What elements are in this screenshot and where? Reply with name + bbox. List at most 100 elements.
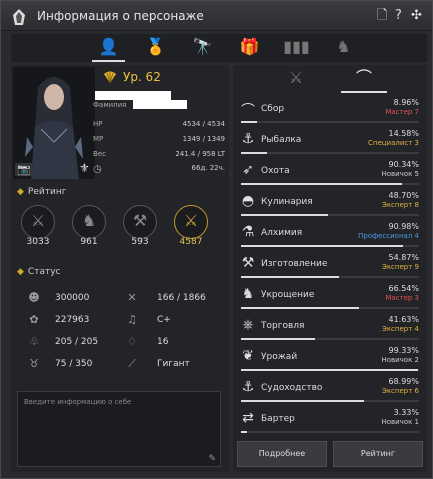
farming-icon: ❦ (242, 348, 254, 364)
life-skill-name: Торговля (261, 321, 305, 331)
life-skill-row[interactable]: ⇄ Бартер 3.33% Новичок 1 (237, 406, 423, 434)
game-logo-icon (13, 9, 25, 25)
hunting-icon: ➶ (242, 162, 254, 178)
horn-value: 75 / 350 (55, 359, 93, 369)
life-skill-row[interactable]: ⚓ Судоходство 68.99% Эксперт 6 (237, 375, 423, 403)
sickle-icon: ⌒ (355, 68, 372, 87)
life-skill-row[interactable]: ⌒ Сбор 8.96% Мастер 7 (237, 96, 423, 124)
life-skill-percent: 48.70% (388, 191, 419, 200)
ruler-icon: ⟋ (128, 357, 136, 370)
trading-icon: ⎈ (242, 317, 254, 333)
life-skill-fill (241, 431, 247, 433)
barter-icon: ⇄ (242, 410, 254, 426)
life-skill-row[interactable]: ♞ Укрощение 66.54% Мастер 3 (237, 282, 423, 310)
life-skill-percent: 54.87% (388, 253, 419, 262)
rating-training-badge[interactable]: ♞ (72, 205, 106, 239)
rating-title: Рейтинг (27, 187, 67, 197)
tab-mounts[interactable]: ♞ (321, 34, 366, 62)
horn-icon: ♉ (29, 357, 39, 370)
close-icon[interactable]: ✣ (411, 9, 422, 23)
tab-gifts[interactable]: 🎁 (227, 34, 272, 62)
contribution-icon: ✿ (29, 313, 39, 326)
life-skill-row[interactable]: ⎈ Торговля 41.63% Эксперт 4 (237, 313, 423, 341)
life-skill-row[interactable]: ❦ Урожай 99.33% Новичок 2 (237, 344, 423, 372)
help-icon[interactable]: ? (395, 9, 402, 23)
life-skill-bar (241, 276, 419, 278)
redacted-family (133, 100, 187, 109)
rating-total-badge[interactable]: ⚔ (174, 205, 208, 239)
rating-combat-badge[interactable]: ⚔ (21, 205, 55, 239)
ranking-button[interactable]: Рейтинг (333, 441, 423, 467)
main-tabs: 👤 🏅 🔭 🎁 ▮▮▮ ♞ (11, 34, 427, 62)
life-skill-bar (241, 307, 419, 309)
rating-life-value: 593 (131, 237, 149, 247)
hp-value: 4534 / 4534 (182, 120, 225, 128)
life-skill-fill (241, 369, 418, 371)
tab-statistics[interactable]: ▮▮▮ (274, 34, 319, 62)
life-skill-name: Сбор (261, 104, 285, 114)
sailing-icon: ⚓ (241, 379, 255, 395)
document-icon[interactable]: 🗋 (377, 9, 387, 23)
medal-icon: 🏅 (145, 37, 166, 56)
life-skill-bar (241, 338, 419, 340)
life-skill-percent: 99.33% (388, 346, 419, 355)
status-title: Статус (27, 267, 61, 277)
rating-header: ◆ Рейтинг (17, 187, 66, 197)
gathering-icon: ⌒ (241, 103, 255, 119)
tab-knowledge[interactable]: 🔭 (180, 34, 225, 62)
alchemy-icon: ⚗ (241, 224, 255, 240)
diamond-icon: ◆ (17, 267, 24, 277)
crossed-swords-icon: ⚔ (30, 211, 46, 230)
status-header: ◆ Статус (17, 267, 60, 277)
mp-value: 1349 / 1349 (182, 135, 225, 143)
golden-crossed-swords-icon: ⚔ (183, 211, 199, 230)
tab-life[interactable]: ⌒ (329, 65, 399, 93)
life-skill-fill (241, 152, 267, 154)
tools-icon: ✕ (127, 291, 137, 304)
life-skill-fill (241, 121, 257, 123)
life-skill-percent: 90.98% (388, 222, 419, 231)
horse-icon: ♞ (336, 37, 351, 56)
life-skill-rank: Новичок 1 (381, 418, 419, 426)
tab-character[interactable]: 👤 (86, 34, 131, 62)
life-skills-panel: ⚔ ⌒ ⌒ Сбор 8.96% Мастер 7 ⚓ Рыбалка 14.58% Спе… (233, 65, 427, 472)
contribution-value: 227963 (55, 315, 90, 325)
tab-titles[interactable]: 🏅 (133, 34, 178, 62)
life-skill-name: Кулинария (261, 197, 313, 207)
camera-icon[interactable]: 📷 (15, 163, 33, 176)
life-skill-row[interactable]: ⚓ Рыбалка 14.58% Специалист 3 (237, 127, 423, 155)
life-skill-name: Укрощение (261, 290, 315, 300)
about-textarea[interactable]: Введите информацию о себе ✎ (17, 391, 221, 467)
life-skill-bar (241, 369, 419, 371)
playtime-row: ◷ 66д. 22ч. (93, 164, 225, 175)
life-skill-fill (241, 214, 328, 216)
life-skill-bar (241, 214, 419, 216)
details-button[interactable]: Подробнее (237, 441, 327, 467)
energy-icon: ☻ (28, 291, 40, 304)
rating-total-value: 4587 (179, 237, 203, 247)
life-skill-name: Алхимия (261, 228, 303, 238)
pencil-icon[interactable]: ✎ (208, 454, 216, 464)
energy-value: 300000 (55, 293, 90, 303)
drop-value: 16 (157, 337, 169, 347)
life-skill-row[interactable]: ➶ Охота 90.34% Новичок 5 (237, 158, 423, 186)
bag-value: 205 / 205 (55, 337, 99, 347)
drop-icon: ♢ (127, 335, 137, 348)
tab-combat[interactable]: ⚔ (261, 65, 331, 93)
life-skill-row[interactable]: ⚗ Алхимия 90.98% Профессионал 4 (237, 220, 423, 248)
life-skill-percent: 14.58% (388, 129, 419, 138)
rating-life-badge[interactable]: ⚒ (123, 205, 157, 239)
weight-value: 241.4 / 958 LT (175, 150, 225, 158)
life-skill-name: Судоходство (261, 383, 323, 393)
life-skill-rank: Эксперт 6 (381, 387, 419, 395)
life-skill-rank: Эксперт 4 (381, 325, 419, 333)
life-skill-row[interactable]: ◓ Кулинария 48.70% Эксперт 8 (237, 189, 423, 217)
life-skill-bar (241, 121, 419, 123)
life-skill-row[interactable]: ⚒ Изготовление 54.87% Эксперт 9 (237, 251, 423, 279)
title-bar[interactable]: Информация о персонаже 🗋 ? ✣ (1, 1, 432, 31)
life-skill-bar (241, 183, 419, 185)
person-icon: 👤 (98, 37, 119, 56)
bar-chart-icon: ▮▮▮ (283, 37, 310, 56)
playtime-value: 66д. 22ч. (191, 164, 225, 172)
life-skill-percent: 3.33% (393, 408, 419, 417)
